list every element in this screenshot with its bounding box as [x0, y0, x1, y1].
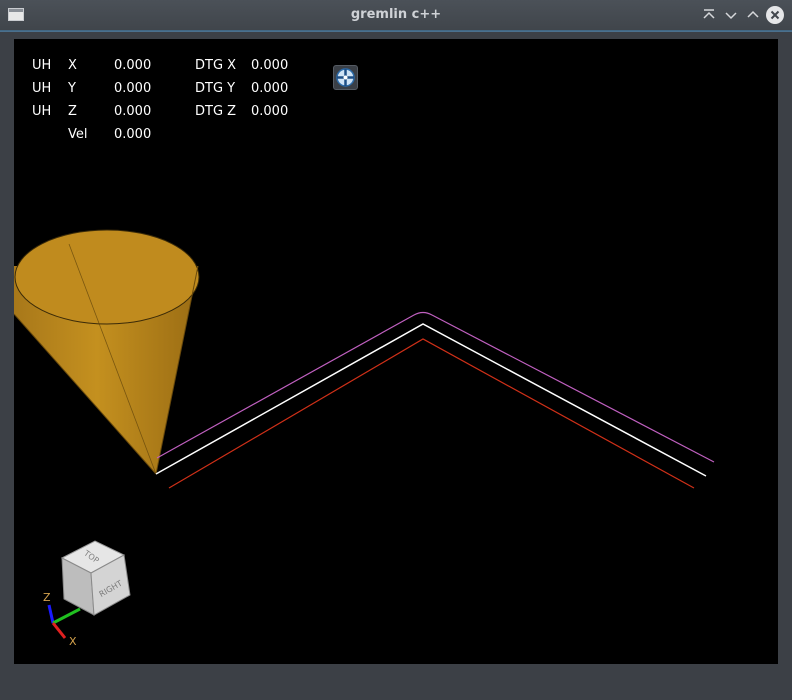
y-axis-line [52, 607, 81, 625]
maximize-button[interactable] [744, 6, 762, 24]
gremlin-3d-viewport[interactable]: UH X 0.000 DTG X 0.000 UH Y 0.000 DTG Y … [14, 39, 778, 664]
x-axis-label: X [69, 635, 77, 648]
minimize-button[interactable] [722, 6, 740, 24]
chevron-down-icon [725, 12, 737, 20]
z-axis-label: Z [43, 591, 51, 604]
toolpath-programmed [155, 323, 707, 477]
tool-cone [14, 229, 200, 475]
chevron-up-icon [747, 10, 759, 18]
toolpath [155, 311, 715, 489]
client-border [0, 30, 792, 32]
close-button[interactable] [766, 6, 784, 24]
axis-indicator: Z X [43, 591, 81, 648]
keep-above-icon[interactable] [700, 6, 718, 24]
status-bar [0, 668, 792, 700]
close-icon [770, 10, 780, 20]
toolpath-inner-offset [168, 338, 695, 489]
title-bar[interactable]: gremlin c++ [0, 0, 792, 31]
x-axis-line [51, 622, 67, 639]
app-window: gremlin c++ UH X 0.000 DTG X 0.000 UH Y … [0, 0, 792, 700]
window-title: gremlin c++ [350, 7, 442, 22]
z-axis-line [47, 604, 55, 624]
toolpath-outer-offset [156, 311, 715, 463]
